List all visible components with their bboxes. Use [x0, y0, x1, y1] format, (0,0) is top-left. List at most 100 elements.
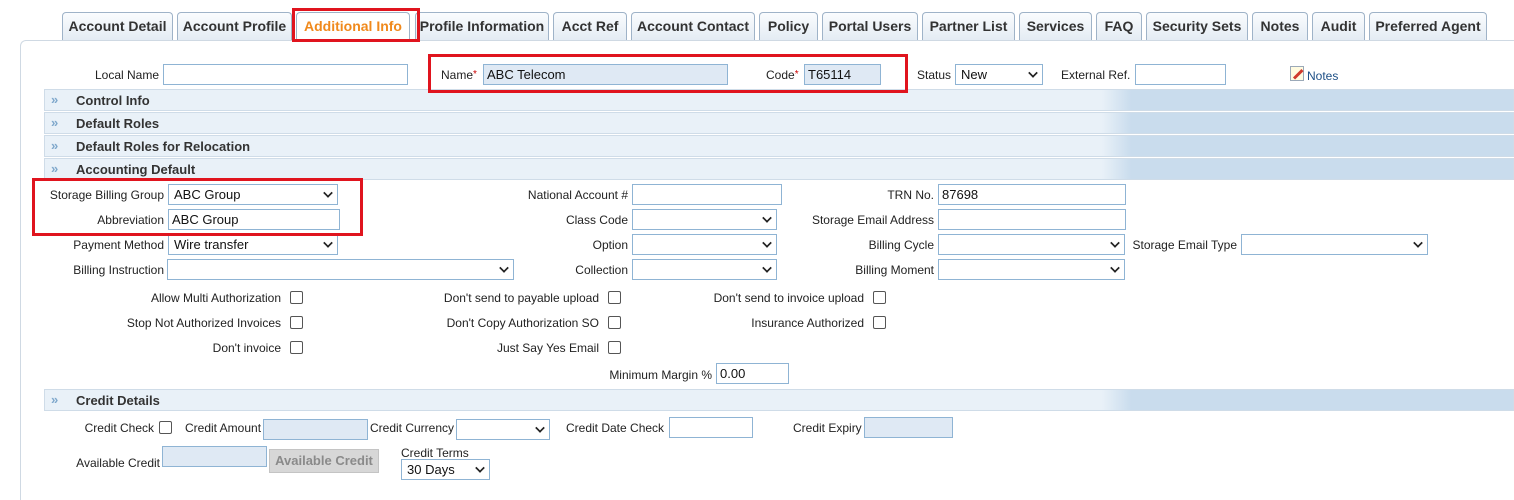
insurance-authorized-label: Insurance Authorized	[751, 316, 864, 330]
storage-email-address-input[interactable]	[938, 209, 1126, 230]
dont-send-invoice-checkbox[interactable]	[873, 291, 886, 304]
chevron-down-icon	[1413, 238, 1423, 248]
storage-email-address-label: Storage Email Address	[811, 213, 934, 227]
tab-audit[interactable]: Audit	[1312, 12, 1365, 41]
tab-account-detail[interactable]: Account Detail	[62, 12, 173, 41]
credit-date-check-input[interactable]	[669, 417, 753, 438]
tab-additional-info[interactable]: Additional Info	[296, 12, 410, 42]
name-label: Name*	[441, 68, 477, 82]
minimum-margin-label: Minimum Margin %	[609, 368, 712, 382]
stop-not-authorized-checkbox[interactable]	[290, 316, 303, 329]
payment-method-select[interactable]: Wire transfer	[168, 234, 338, 255]
chevron-down-icon	[475, 463, 485, 473]
option-select[interactable]	[632, 234, 777, 255]
chevron-down-icon	[323, 238, 333, 248]
double-chevron-icon: »	[51, 92, 58, 107]
code-label: Code*	[766, 68, 799, 82]
tab-account-profile[interactable]: Account Profile	[177, 12, 292, 41]
required-mark: *	[473, 69, 477, 80]
tab-account-contact[interactable]: Account Contact	[631, 12, 755, 41]
billing-moment-select[interactable]	[938, 259, 1125, 280]
class-code-select[interactable]	[632, 209, 777, 230]
billing-moment-label: Billing Moment	[855, 263, 934, 277]
external-ref-label: External Ref.	[1061, 68, 1131, 82]
allow-multi-authorization-checkbox[interactable]	[290, 291, 303, 304]
credit-amount-label: Credit Amount	[185, 421, 262, 435]
tab-profile-information[interactable]: Profile Information	[415, 12, 549, 41]
billing-cycle-label: Billing Cycle	[868, 238, 934, 252]
credit-check-label: Credit Check	[84, 421, 154, 435]
chevron-down-icon	[323, 188, 333, 198]
section-accounting-default[interactable]: » Accounting Default	[44, 158, 1514, 180]
credit-expiry-label: Credit Expiry	[793, 421, 862, 435]
chevron-down-icon	[762, 263, 772, 273]
just-say-yes-email-checkbox[interactable]	[608, 341, 621, 354]
dont-send-payable-label: Don't send to payable upload	[443, 291, 599, 305]
chevron-down-icon	[1110, 238, 1120, 248]
credit-currency-label: Credit Currency	[370, 421, 455, 435]
credit-terms-value: 30 Days	[407, 462, 455, 477]
status-select[interactable]: New	[955, 64, 1043, 85]
chevron-down-icon	[535, 423, 545, 433]
double-chevron-icon: »	[51, 392, 58, 407]
name-input[interactable]: ABC Telecom	[483, 64, 728, 85]
dont-send-payable-checkbox[interactable]	[608, 291, 621, 304]
local-name-label: Local Name	[94, 68, 159, 82]
dont-invoice-checkbox[interactable]	[290, 341, 303, 354]
local-name-input[interactable]	[163, 64, 408, 85]
section-default-roles-relocation[interactable]: » Default Roles for Relocation	[44, 135, 1514, 157]
tab-faq[interactable]: FAQ	[1096, 12, 1142, 41]
section-title: Control Info	[76, 93, 150, 108]
chevron-down-icon	[762, 238, 772, 248]
collection-select[interactable]	[632, 259, 777, 280]
credit-check-checkbox[interactable]	[159, 421, 172, 434]
insurance-authorized-checkbox[interactable]	[873, 316, 886, 329]
status-value: New	[961, 67, 988, 82]
tab-policy[interactable]: Policy	[759, 12, 818, 41]
external-ref-input[interactable]	[1135, 64, 1226, 85]
trn-input[interactable]: 87698	[938, 184, 1126, 205]
section-control-info[interactable]: » Control Info	[44, 89, 1514, 111]
section-title: Accounting Default	[76, 162, 196, 177]
available-credit-label: Available Credit	[76, 456, 160, 470]
double-chevron-icon: »	[51, 138, 58, 153]
tab-acct-ref[interactable]: Acct Ref	[553, 12, 627, 41]
tab-notes[interactable]: Notes	[1252, 12, 1308, 41]
minimum-margin-input[interactable]: 0.00	[716, 363, 789, 384]
storage-billing-group-select[interactable]: ABC Group	[168, 184, 338, 205]
chevron-down-icon	[1028, 68, 1038, 78]
notes-link[interactable]: Notes	[1307, 69, 1338, 83]
dont-copy-authorization-label: Don't Copy Authorization SO	[446, 316, 599, 330]
billing-instruction-select[interactable]	[167, 259, 514, 280]
section-default-roles[interactable]: » Default Roles	[44, 112, 1514, 134]
billing-cycle-select[interactable]	[938, 234, 1125, 255]
payment-method-value: Wire transfer	[174, 237, 249, 252]
trn-label: TRN No.	[887, 188, 934, 202]
notes-edit-icon[interactable]	[1290, 66, 1304, 81]
section-credit-details[interactable]: » Credit Details	[44, 389, 1514, 411]
available-credit-button[interactable]: Available Credit	[269, 449, 379, 473]
code-input[interactable]: T65114	[804, 64, 881, 85]
credit-amount-input[interactable]	[263, 419, 368, 440]
national-account-label: National Account #	[527, 188, 628, 202]
storage-email-type-select[interactable]	[1241, 234, 1428, 255]
storage-billing-group-value: ABC Group	[174, 187, 241, 202]
abbreviation-input[interactable]: ABC Group	[168, 209, 340, 230]
section-title: Credit Details	[76, 393, 160, 408]
billing-instruction-label: Billing Instruction	[73, 263, 164, 277]
dont-copy-authorization-checkbox[interactable]	[608, 316, 621, 329]
national-account-input[interactable]	[632, 184, 782, 205]
credit-expiry-input[interactable]	[864, 417, 953, 438]
just-say-yes-email-label: Just Say Yes Email	[496, 341, 599, 355]
credit-terms-select[interactable]: 30 Days	[401, 459, 490, 480]
double-chevron-icon: »	[51, 161, 58, 176]
option-label: Option	[592, 238, 628, 252]
available-credit-input[interactable]	[162, 446, 267, 467]
tab-portal-users[interactable]: Portal Users	[822, 12, 918, 41]
credit-currency-select[interactable]	[456, 419, 550, 440]
tab-partner-list[interactable]: Partner List	[922, 12, 1015, 41]
tab-preferred-agent[interactable]: Preferred Agent	[1369, 12, 1487, 41]
storage-email-type-label: Storage Email Type	[1132, 238, 1237, 252]
tab-services[interactable]: Services	[1019, 12, 1092, 41]
tab-security-sets[interactable]: Security Sets	[1146, 12, 1248, 41]
